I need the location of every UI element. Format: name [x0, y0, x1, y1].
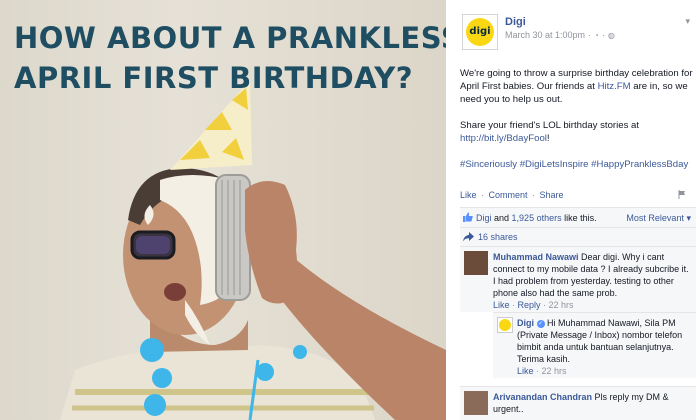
post-timestamp[interactable]: March 30 at 1:00pm [505, 30, 585, 40]
post-photo[interactable]: HOW ABOUT A PRANKLESS APRIL FIRST BIRTHD… [0, 0, 446, 420]
headline-line-2: APRIL FIRST BIRTHDAY? [14, 61, 414, 95]
comment-item: Muhammad Nawawi Dear digi. Why i cant co… [460, 246, 696, 312]
page-name-link[interactable]: Digi [505, 16, 526, 28]
reply-avatar[interactable] [497, 317, 513, 333]
reply-like-link[interactable]: Like [517, 366, 534, 376]
like-icon [463, 212, 473, 222]
reply-meta: Like · 22 hrs [517, 366, 567, 376]
hitzfm-link[interactable]: Hitz.FM [598, 81, 631, 92]
headline-line-1: HOW ABOUT A PRANKLESS [14, 21, 446, 55]
post-meta: March 30 at 1:00pm · ◔ · ◍ [505, 30, 615, 40]
comment-item: Arivanandan Chandran Pls reply my DM & u… [460, 386, 696, 420]
comment-reply-link[interactable]: Reply [518, 300, 541, 310]
sort-label: Most Relevant [626, 213, 684, 223]
comment-body: Arivanandan Chandran Pls reply my DM & u… [493, 391, 693, 415]
comment-action[interactable]: Comment [489, 190, 528, 200]
reply-author[interactable]: Digi [517, 318, 534, 328]
chevron-down-icon[interactable]: ▾ [685, 16, 690, 27]
clock-icon: ◔ [594, 31, 599, 40]
digi-logo-mini [499, 319, 511, 331]
share-icon [463, 232, 474, 242]
page-avatar[interactable]: digi [462, 14, 498, 50]
comment-like-link[interactable]: Like [493, 300, 510, 310]
post-actions: Like · Comment · Share [460, 190, 564, 200]
hashtags[interactable]: #Sinceriously #DigiLetsInspire #HappyPra… [460, 158, 694, 171]
share-action[interactable]: Share [540, 190, 564, 200]
comment-author[interactable]: Arivanandan Chandran [493, 392, 592, 402]
comment-author[interactable]: Muhammad Nawawi [493, 252, 579, 262]
like-action[interactable]: Like [460, 190, 477, 200]
bitly-link[interactable]: http://bit.ly/BdayFool [460, 133, 547, 144]
comment-meta: Like · Reply · 22 hrs [493, 300, 574, 310]
digi-logo: digi [466, 18, 494, 46]
post-text-segment: Share your friend's LOL birthday stories… [460, 120, 640, 131]
reply-body: Digi ✓ Hi Muhammad Nawawi, Sila PM (Priv… [517, 317, 693, 377]
post-paragraph-1: We're going to throw a surprise birthday… [460, 67, 694, 106]
comment-body: Muhammad Nawawi Dear digi. Why i cant co… [493, 251, 693, 311]
post-text-segment: ! [546, 133, 550, 144]
photo-headline: HOW ABOUT A PRANKLESS APRIL FIRST BIRTHD… [14, 18, 446, 98]
commenter-avatar[interactable] [464, 251, 488, 275]
globe-icon[interactable]: ◍ [608, 31, 615, 40]
verified-icon: ✓ [536, 320, 545, 328]
likes-and: and [491, 213, 512, 223]
sort-dropdown[interactable]: Most Relevant ▾ [626, 213, 691, 224]
post-paragraph-2: Share your friend's LOL birthday stories… [460, 119, 694, 145]
post-text: We're going to throw a surprise birthday… [460, 67, 694, 184]
reply-time[interactable]: 22 hrs [542, 366, 567, 376]
shares-count-link[interactable]: 16 shares [478, 232, 518, 242]
likes-summary: Digi and 1,925 others like this. Most Re… [460, 207, 696, 227]
likes-others-link[interactable]: 1,925 others [512, 213, 562, 223]
likes-suffix: like this. [561, 213, 597, 223]
comment-time[interactable]: 22 hrs [549, 300, 574, 310]
flag-icon[interactable] [678, 190, 686, 199]
reply-item: Digi ✓ Hi Muhammad Nawawi, Sila PM (Priv… [493, 312, 696, 378]
chevron-down-icon: ▾ [686, 213, 691, 223]
likes-text: Digi and 1,925 others like this. [476, 213, 597, 223]
likes-page-link[interactable]: Digi [476, 213, 492, 223]
shares-summary: 16 shares [460, 227, 696, 246]
commenter-avatar[interactable] [464, 391, 488, 415]
